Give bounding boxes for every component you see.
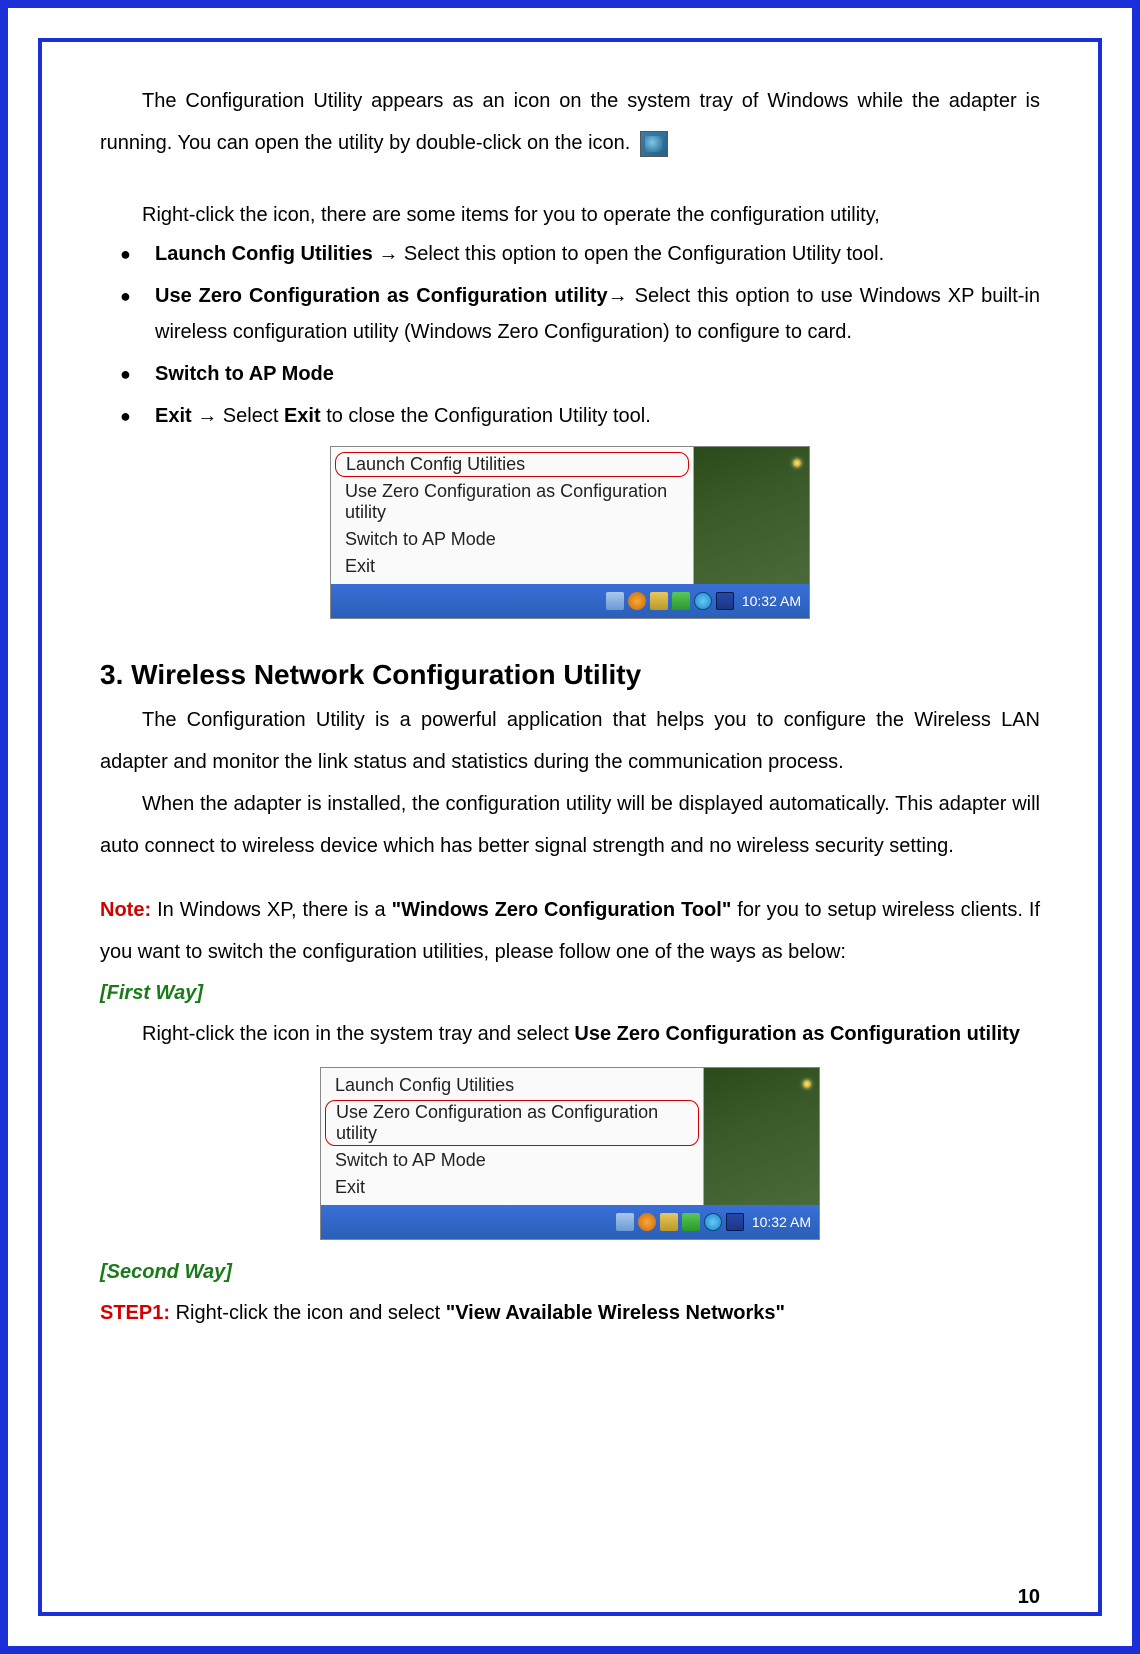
list-item: Exit → Select Exit to close the Configur… — [120, 398, 1040, 434]
systray-icon[interactable] — [726, 1213, 744, 1231]
opt-zero-bold: Use Zero Configuration as Configuration … — [155, 285, 608, 307]
section-heading: 3. Wireless Network Configuration Utilit… — [100, 659, 1040, 691]
paragraph-intro: The Configuration Utility appears as an … — [100, 80, 1040, 164]
menu-item-launch[interactable]: Launch Config Utilities — [321, 1072, 703, 1099]
systray-icon[interactable] — [606, 592, 624, 610]
systray-icon[interactable] — [616, 1213, 634, 1231]
paragraph-rightclick: Right-click the icon, there are some ite… — [100, 194, 1040, 236]
fw-bold: Use Zero Configuration as Configuration … — [574, 1023, 1020, 1045]
note-text-a: In Windows XP, there is a — [151, 899, 392, 921]
systray-icon[interactable] — [716, 592, 734, 610]
systray-icon[interactable] — [672, 592, 690, 610]
page-number: 10 — [1018, 1586, 1040, 1609]
first-way-text: Right-click the icon in the system tray … — [100, 1013, 1040, 1055]
menu-item-exit[interactable]: Exit — [331, 553, 693, 580]
context-menu-screenshot-1: Launch Config Utilities Use Zero Configu… — [330, 446, 810, 619]
context-menu-screenshot-2: Launch Config Utilities Use Zero Configu… — [320, 1067, 820, 1240]
menu-item-exit[interactable]: Exit — [321, 1174, 703, 1201]
desktop-bg — [704, 1068, 819, 1205]
systray-icon[interactable] — [628, 592, 646, 610]
page-content: The Configuration Utility appears as an … — [100, 80, 1040, 1574]
step1-bold: "View Available Wireless Networks" — [446, 1302, 785, 1324]
opt-exit-bold2: Exit — [284, 405, 321, 427]
fw-text-a: Right-click the icon in the system tray … — [142, 1023, 574, 1045]
taskbar: 10:32 AM — [321, 1205, 819, 1239]
taskbar-clock: 10:32 AM — [752, 1214, 811, 1230]
intro-text: The Configuration Utility appears as an … — [100, 90, 1040, 154]
opt-launch-text: → Select this option to open the Configu… — [373, 243, 884, 265]
taskbar: 10:32 AM — [331, 584, 809, 618]
note-paragraph: Note: In Windows XP, there is a "Windows… — [100, 889, 1040, 973]
menu-item-launch[interactable]: Launch Config Utilities — [335, 452, 689, 477]
opt-launch-bold: Launch Config Utilities — [155, 243, 373, 265]
systray-icon[interactable] — [638, 1213, 656, 1231]
opt-ap-bold: Switch to AP Mode — [155, 363, 334, 385]
tray-icon — [640, 131, 668, 157]
second-way-label: [Second Way] — [100, 1252, 1040, 1292]
systray-icon[interactable] — [682, 1213, 700, 1231]
list-item: Launch Config Utilities → Select this op… — [120, 236, 1040, 272]
paragraph-util-2: When the adapter is installed, the confi… — [100, 783, 1040, 867]
step1-text: STEP1: Right-click the icon and select "… — [100, 1292, 1040, 1334]
context-menu: Launch Config Utilities Use Zero Configu… — [321, 1068, 704, 1205]
note-label: Note: — [100, 899, 151, 921]
menu-item-zero[interactable]: Use Zero Configuration as Configuration … — [325, 1100, 699, 1146]
paragraph-util-1: The Configuration Utility is a powerful … — [100, 699, 1040, 783]
menu-item-zero[interactable]: Use Zero Configuration as Configuration … — [331, 478, 693, 526]
systray-icon[interactable] — [660, 1213, 678, 1231]
step1-text-a: Right-click the icon and select — [170, 1302, 446, 1324]
systray-icon[interactable] — [650, 592, 668, 610]
context-menu: Launch Config Utilities Use Zero Configu… — [331, 447, 694, 584]
first-way-label: [First Way] — [100, 973, 1040, 1013]
step1-label: STEP1: — [100, 1302, 170, 1324]
menu-item-ap[interactable]: Switch to AP Mode — [321, 1147, 703, 1174]
taskbar-clock: 10:32 AM — [742, 593, 801, 609]
menu-item-ap[interactable]: Switch to AP Mode — [331, 526, 693, 553]
list-item: Use Zero Configuration as Configuration … — [120, 278, 1040, 350]
note-bold: "Windows Zero Configuration Tool" — [392, 899, 732, 921]
systray-icon[interactable] — [694, 592, 712, 610]
list-item: Switch to AP Mode — [120, 356, 1040, 392]
opt-exit-text: to close the Configuration Utility tool. — [321, 405, 651, 427]
opt-exit-bold: Exit — [155, 405, 192, 427]
desktop-bg — [694, 447, 809, 584]
systray-icon[interactable] — [704, 1213, 722, 1231]
options-list: Launch Config Utilities → Select this op… — [120, 236, 1040, 434]
opt-exit-mid: → Select — [192, 405, 284, 427]
